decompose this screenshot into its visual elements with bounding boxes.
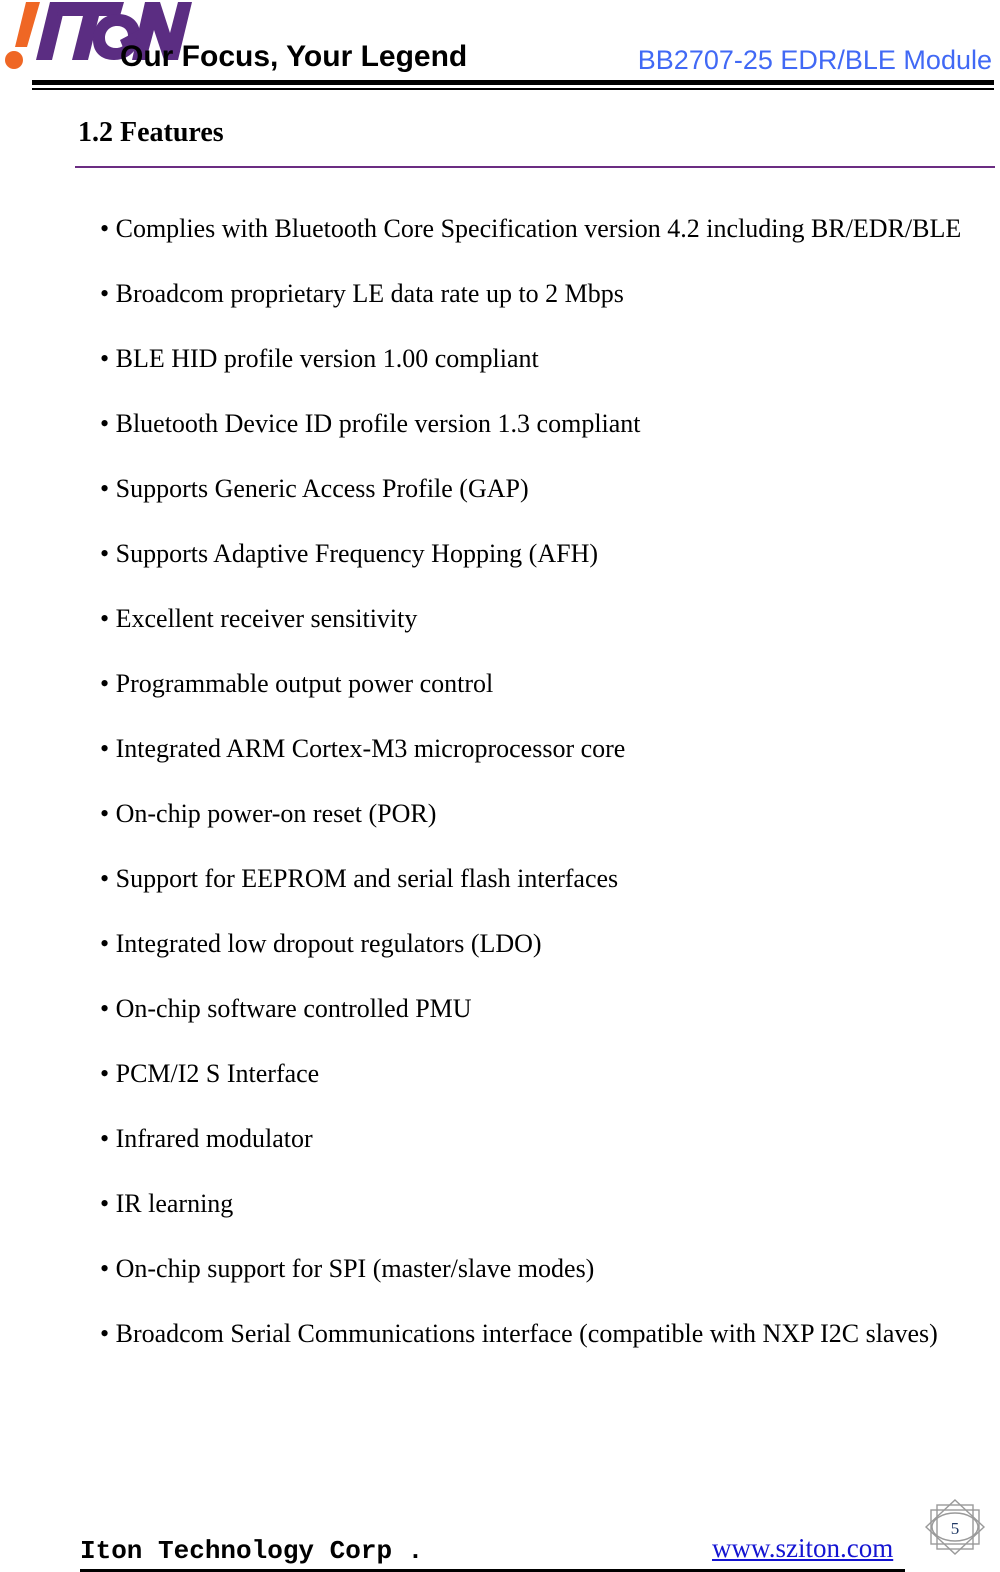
footer-website-link[interactable]: www.sziton.com (712, 1533, 893, 1563)
list-item: • On-chip support for SPI (master/slave … (100, 1254, 595, 1283)
list-item: • IR learning (100, 1189, 234, 1218)
list-item: • Supports Adaptive Frequency Hopping (A… (100, 539, 598, 568)
list-item: • Supports Generic Access Profile (GAP) (100, 474, 529, 503)
page-footer: Iton Technology Corp . www.sziton.com 5 (0, 1486, 1000, 1572)
features-list: • Complies with Bluetooth Core Specifica… (0, 196, 1000, 1366)
list-item: • Integrated low dropout regulators (LDO… (100, 929, 542, 958)
list-item: • On-chip power-on reset (POR) (100, 799, 437, 828)
section-heading: 1.2 Features (78, 117, 224, 148)
list-item: • Programmable output power control (100, 669, 494, 698)
list-item: • Infrared modulator (100, 1124, 313, 1153)
list-item: • Broadcom proprietary LE data rate up t… (100, 279, 624, 308)
section-divider (75, 166, 995, 168)
list-item: • BLE HID profile version 1.00 compliant (100, 344, 539, 373)
list-item: • On-chip software controlled PMU (100, 994, 472, 1023)
list-item: • PCM/I2 S Interface (100, 1059, 320, 1088)
list-item: • Broadcom Serial Communications interfa… (100, 1319, 938, 1348)
list-item: • Excellent receiver sensitivity (100, 604, 418, 633)
list-item: • Integrated ARM Cortex-M3 microprocesso… (100, 734, 626, 763)
footer-company-name: Iton Technology Corp . (80, 1536, 424, 1566)
page-number-badge-icon (922, 1496, 988, 1562)
header-slogan: Our Focus, Your Legend (120, 40, 468, 73)
list-item: • Bluetooth Device ID profile version 1.… (100, 409, 641, 438)
header-rule-thin (32, 88, 994, 90)
list-item: • Complies with Bluetooth Core Specifica… (100, 214, 962, 243)
header-product-title: BB2707-25 EDR/BLE Module (637, 45, 992, 75)
header-rule-thick (32, 80, 994, 85)
page-header: Our Focus, Your Legend BB2707-25 EDR/BLE… (0, 0, 1000, 96)
list-item: • Support for EEPROM and serial flash in… (100, 864, 619, 893)
